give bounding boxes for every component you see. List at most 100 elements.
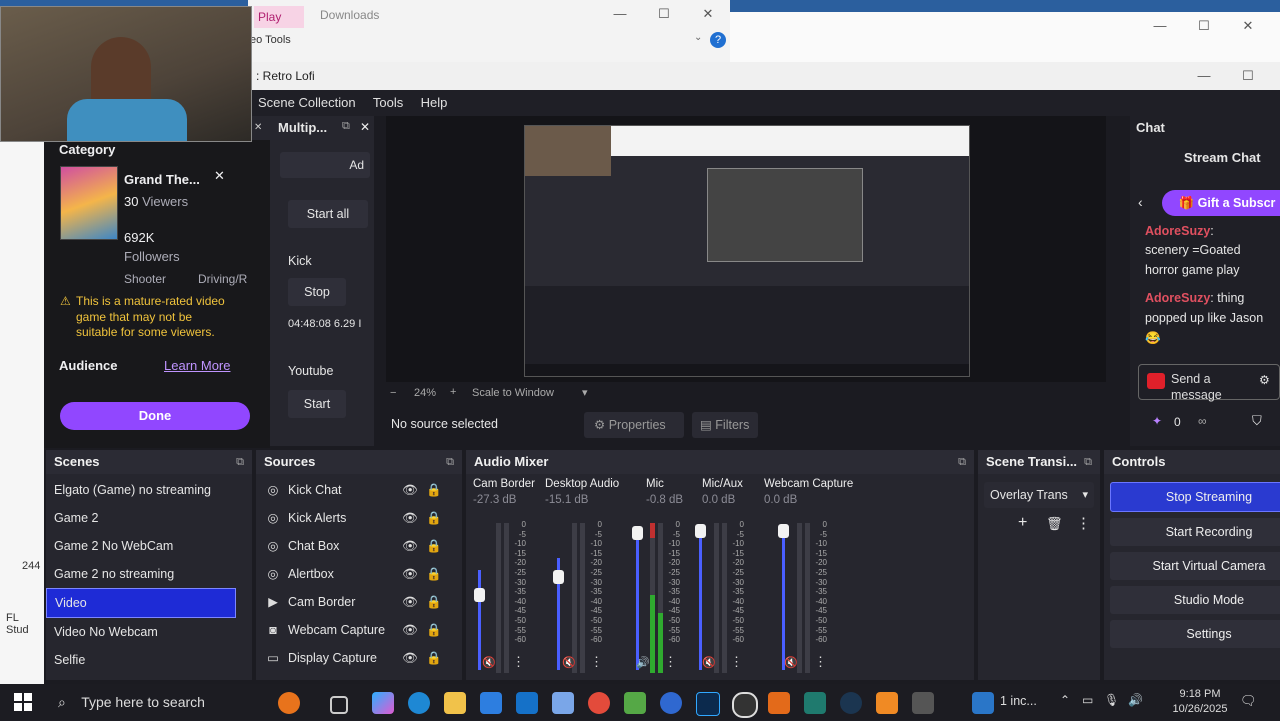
close-icon[interactable]: ✕ xyxy=(1226,18,1270,34)
channel-menu-icon[interactable]: ⋮ xyxy=(590,654,603,670)
volume-fader[interactable] xyxy=(636,528,639,670)
pumpkin-icon[interactable] xyxy=(278,692,300,714)
zoom-in-icon[interactable]: + xyxy=(450,386,456,398)
stop-streaming-button[interactable]: Stop Streaming xyxy=(1110,482,1280,512)
minimize-icon[interactable]: — xyxy=(598,6,642,21)
trash-icon[interactable]: 🗑 xyxy=(1046,516,1063,532)
chrome-icon[interactable] xyxy=(588,692,610,714)
shield-icon[interactable]: ⛉ xyxy=(1252,413,1262,429)
eye-icon[interactable]: 👁 xyxy=(402,504,418,532)
maximize-icon[interactable]: ☐ xyxy=(1182,18,1226,34)
app-icon[interactable] xyxy=(912,692,934,714)
properties-button[interactable]: ⚙ Properties xyxy=(584,412,684,438)
mute-icon[interactable]: 🔇 xyxy=(784,656,798,669)
dock-float-icon[interactable]: ⧉ xyxy=(342,120,350,133)
app-icon[interactable] xyxy=(804,692,826,714)
menu-tools[interactable]: Tools xyxy=(373,95,403,110)
eye-icon[interactable]: 👁 xyxy=(402,588,418,616)
taskbar-search[interactable]: ⌕ Type here to search xyxy=(48,684,248,720)
dock-close-left-icon[interactable]: ✕ xyxy=(254,122,262,133)
edge-icon[interactable] xyxy=(408,692,430,714)
preview-canvas[interactable] xyxy=(386,116,1106,382)
dock-close-icon[interactable]: ✕ xyxy=(360,120,370,134)
store-icon[interactable] xyxy=(480,692,502,714)
mute-icon[interactable]: 🔇 xyxy=(482,656,496,669)
add-button[interactable]: Ad xyxy=(280,152,370,178)
scene-item-selected[interactable]: Video xyxy=(46,588,236,618)
copilot-icon[interactable] xyxy=(372,692,394,714)
scene-item[interactable]: Game 2 no streaming xyxy=(46,560,252,588)
dock-float-icon[interactable]: ⧉ xyxy=(236,450,244,474)
game-title[interactable]: Grand The... xyxy=(124,172,200,187)
transition-select[interactable]: Overlay Trans ▾ xyxy=(984,482,1094,508)
channel-points-icon[interactable]: ✦ xyxy=(1152,414,1162,428)
tab-play[interactable]: Play xyxy=(254,6,304,28)
scene-item[interactable]: Elgato (Game) no streaming xyxy=(46,476,252,504)
eye-icon[interactable]: 👁 xyxy=(402,476,418,504)
tray-chevron-icon[interactable]: ⌃ xyxy=(1060,693,1070,707)
chevron-left-icon[interactable]: ‹ xyxy=(1138,194,1143,210)
mute-icon[interactable]: 🔇 xyxy=(562,656,576,669)
app-icon[interactable] xyxy=(768,692,790,714)
scene-item[interactable]: Video No Webcam xyxy=(46,618,252,646)
source-item[interactable]: ◎ Kick Chat 👁 🔒 xyxy=(256,476,462,504)
minimize-icon[interactable]: — xyxy=(1138,18,1182,33)
channel-menu-icon[interactable]: ⋮ xyxy=(814,654,827,670)
windows-start-icon[interactable] xyxy=(14,693,32,711)
network-icon[interactable]: ▭ xyxy=(1082,693,1093,707)
scene-item[interactable]: Game 2 xyxy=(46,504,252,532)
maximize-icon[interactable]: ☐ xyxy=(642,6,686,22)
steam-icon[interactable] xyxy=(840,692,862,714)
scene-item[interactable]: Selfie xyxy=(46,646,252,674)
chevron-down-icon[interactable]: ▾ xyxy=(582,386,588,399)
lock-icon[interactable]: 🔒 xyxy=(426,476,442,504)
close-icon[interactable]: ✕ xyxy=(686,6,730,22)
menu-help[interactable]: Help xyxy=(421,95,448,110)
add-icon[interactable]: + xyxy=(1018,514,1027,532)
help-icon[interactable]: ? xyxy=(710,32,726,48)
mute-icon[interactable]: 🔇 xyxy=(702,656,716,669)
headphones-icon[interactable] xyxy=(660,692,682,714)
kick-stop-button[interactable]: Stop xyxy=(288,278,346,306)
tag-chip[interactable]: Shooter xyxy=(124,272,166,286)
ribbon-label[interactable]: eo Tools xyxy=(250,34,291,46)
channel-menu-icon[interactable]: ⋮ xyxy=(730,654,743,670)
start-all-button[interactable]: Start all xyxy=(288,200,368,228)
remove-category-icon[interactable]: ✕ xyxy=(214,168,225,184)
source-item[interactable]: ▶ Cam Border 👁 🔒 xyxy=(256,588,462,616)
mic-icon[interactable]: 🎙 xyxy=(1104,693,1119,707)
source-item[interactable]: ▭ Display Capture 👁 🔒 xyxy=(256,644,462,672)
settings-button[interactable]: Settings xyxy=(1110,620,1280,648)
obs-icon[interactable] xyxy=(732,692,758,718)
studio-mode-button[interactable]: Studio Mode xyxy=(1110,586,1280,614)
lock-icon[interactable]: 🔒 xyxy=(426,504,442,532)
fader-knob[interactable] xyxy=(474,588,485,602)
tag-chip[interactable]: Driving/R xyxy=(198,272,247,286)
app-icon[interactable] xyxy=(624,692,646,714)
gift-sub-button[interactable]: 🎁 Gift a Subscr xyxy=(1162,190,1280,216)
learn-more-link[interactable]: Learn More xyxy=(164,358,230,373)
scale-mode-select[interactable]: Scale to Window xyxy=(472,387,554,399)
fader-knob[interactable] xyxy=(553,570,564,584)
source-item[interactable]: ◎ Kick Alerts 👁 🔒 xyxy=(256,504,462,532)
notification-icon[interactable]: 🗨 xyxy=(1240,693,1257,709)
task-view-icon[interactable] xyxy=(330,696,348,714)
scene-item[interactable]: Game 2 No WebCam xyxy=(46,532,252,560)
emote-icon[interactable]: ⚙ xyxy=(1259,373,1270,387)
eye-icon[interactable]: 👁 xyxy=(402,560,418,588)
done-button[interactable]: Done xyxy=(60,402,250,430)
fl-studio-icon[interactable] xyxy=(876,692,898,714)
eye-icon[interactable]: 👁 xyxy=(402,616,418,644)
youtube-start-button[interactable]: Start xyxy=(288,390,346,418)
more-icon[interactable]: ⋮ xyxy=(1076,514,1091,532)
menu-scene-collection[interactable]: Scene Collection xyxy=(258,95,356,110)
lock-icon[interactable]: 🔒 xyxy=(426,532,442,560)
chevron-down-icon[interactable]: ⌄ xyxy=(694,32,702,43)
fader-knob[interactable] xyxy=(695,524,706,538)
fader-knob[interactable] xyxy=(632,526,643,540)
dock-float-icon[interactable]: ⧉ xyxy=(1084,450,1092,474)
tray-app-icon[interactable] xyxy=(972,692,994,714)
file-explorer-icon[interactable] xyxy=(444,692,466,714)
outlook-icon[interactable] xyxy=(516,692,538,714)
speaker-icon[interactable]: 🔊 xyxy=(636,656,650,669)
